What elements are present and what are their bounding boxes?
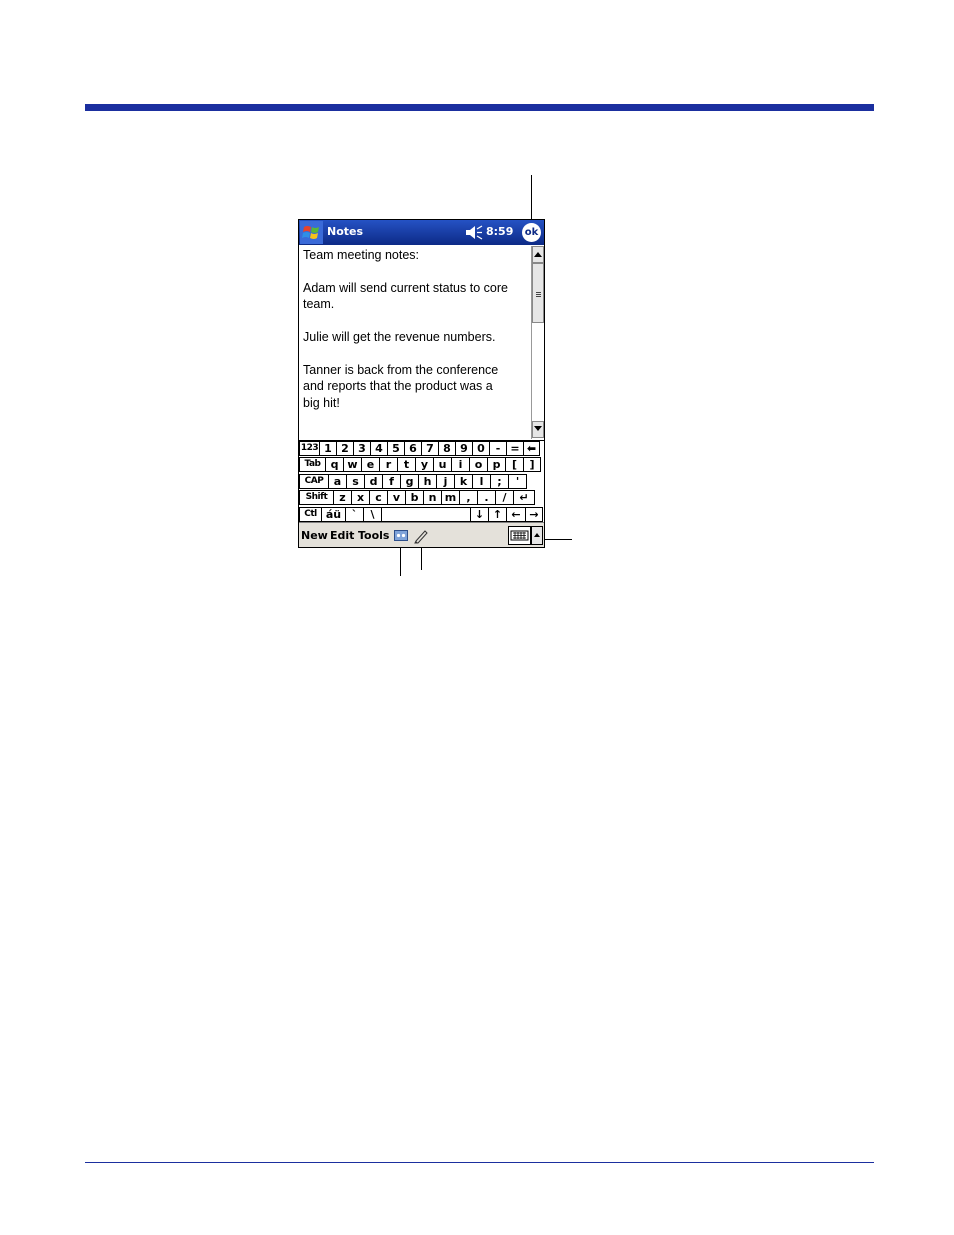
key[interactable]: p [487, 457, 506, 472]
key[interactable]: r [379, 457, 398, 472]
key[interactable]: ⬅ [523, 441, 540, 456]
key[interactable]: 6 [404, 441, 422, 456]
start-button[interactable] [300, 221, 323, 244]
menu-edit[interactable]: Edit [330, 529, 354, 542]
note-line: Tanner is back from the conference [303, 363, 499, 377]
key[interactable]: 7 [421, 441, 439, 456]
key[interactable]: k [454, 474, 473, 489]
note-line: and reports that the product was a [303, 379, 493, 393]
note-line: Julie will get the revenue numbers. [303, 330, 496, 344]
windows-flag-icon [300, 221, 323, 244]
key[interactable]: g [400, 474, 419, 489]
key[interactable]: \ [363, 507, 382, 522]
key[interactable]: CAP [299, 474, 329, 489]
key[interactable]: x [351, 490, 370, 505]
key[interactable]: → [525, 507, 543, 522]
key[interactable]: / [495, 490, 514, 505]
navigation-bar: Notes 8:59 ok [299, 220, 544, 245]
pen-icon[interactable] [413, 528, 429, 544]
key[interactable]: , [459, 490, 478, 505]
triangle-up-icon [534, 533, 540, 537]
soft-keyboard: 123 1 2 3 4 5 6 7 8 9 0- = ⬅ Tab q w e r t y u i o p[] CAP a s d f… [299, 440, 544, 522]
scroll-down-button[interactable] [532, 421, 544, 438]
note-line: Team meeting notes: [303, 248, 420, 262]
key[interactable]: q [325, 457, 344, 472]
key[interactable]: i [451, 457, 470, 472]
key[interactable]: - [489, 441, 507, 456]
recording-toolbar-icon[interactable] [394, 530, 408, 541]
grip-line [536, 292, 541, 293]
key[interactable]: [ [505, 457, 524, 472]
key[interactable]: b [405, 490, 424, 505]
header-rule [85, 104, 874, 111]
key[interactable]: f [382, 474, 401, 489]
key[interactable]: 5 [387, 441, 405, 456]
key[interactable]: Shift [299, 490, 334, 505]
key[interactable]: ↓ [470, 507, 489, 522]
key[interactable]: 2 [336, 441, 354, 456]
clock[interactable]: 8:59 [486, 225, 513, 238]
key[interactable]: h [418, 474, 437, 489]
speaker-icon[interactable] [465, 225, 483, 240]
pocket-pc-screen: Notes 8:59 ok Team meeting notes: Adam w… [298, 219, 545, 548]
key[interactable]: áü [321, 507, 346, 522]
key[interactable]: ↑ [488, 507, 507, 522]
key[interactable]: 123 [299, 441, 320, 456]
key[interactable]: . [477, 490, 496, 505]
grip-line [536, 294, 541, 295]
note-line: big hit! [303, 396, 340, 410]
input-method-selector[interactable] [531, 526, 543, 545]
key[interactable]: Tab [299, 457, 326, 472]
key[interactable]: ' [508, 474, 527, 489]
key[interactable]: e [361, 457, 380, 472]
note-editor[interactable]: Team meeting notes: Adam will send curre… [299, 246, 531, 439]
key[interactable]: ; [490, 474, 509, 489]
triangle-down-icon [534, 426, 542, 431]
key[interactable]: m [441, 490, 460, 505]
menu-tools[interactable]: Tools [358, 529, 389, 542]
key[interactable]: 3 [353, 441, 371, 456]
key[interactable]: 4 [370, 441, 388, 456]
triangle-up-icon [534, 252, 542, 257]
key[interactable]: j [436, 474, 455, 489]
key[interactable]: ← [506, 507, 526, 522]
key[interactable]: c [369, 490, 388, 505]
input-panel-button[interactable] [508, 526, 531, 545]
key[interactable]: ` [345, 507, 364, 522]
key[interactable]: 8 [438, 441, 456, 456]
key[interactable]: n [423, 490, 442, 505]
menu-bar: New Edit Tools [299, 522, 544, 547]
key[interactable]: z [333, 490, 352, 505]
note-line: Adam will send current status to core [303, 281, 508, 295]
footer-rule [85, 1162, 874, 1163]
key[interactable]: = [506, 441, 524, 456]
key[interactable]: Ctl [299, 507, 322, 522]
scroll-thumb[interactable] [532, 263, 544, 323]
key[interactable]: 1 [319, 441, 337, 456]
grip-line [536, 296, 541, 297]
keyboard-icon [510, 530, 529, 541]
app-title: Notes [327, 225, 364, 238]
key[interactable]: y [415, 457, 434, 472]
vertical-scrollbar[interactable] [531, 246, 544, 439]
key[interactable]: 9 [455, 441, 473, 456]
key[interactable]: o [469, 457, 488, 472]
note-line: team. [303, 297, 335, 311]
key[interactable]: w [343, 457, 362, 472]
key[interactable]: s [346, 474, 365, 489]
callout-line-ok [531, 175, 532, 221]
key[interactable]: a [328, 474, 347, 489]
key[interactable]: 0 [472, 441, 490, 456]
key[interactable]: d [364, 474, 383, 489]
scroll-up-button[interactable] [532, 246, 544, 263]
key[interactable]: l [472, 474, 491, 489]
key[interactable]: u [433, 457, 452, 472]
key[interactable]: ↵ [513, 490, 535, 505]
key[interactable]: t [397, 457, 416, 472]
menu-new[interactable]: New [301, 529, 328, 542]
key-space[interactable] [381, 507, 471, 522]
key[interactable]: ] [523, 457, 541, 472]
key[interactable]: v [387, 490, 406, 505]
ok-button[interactable]: ok [522, 223, 541, 242]
